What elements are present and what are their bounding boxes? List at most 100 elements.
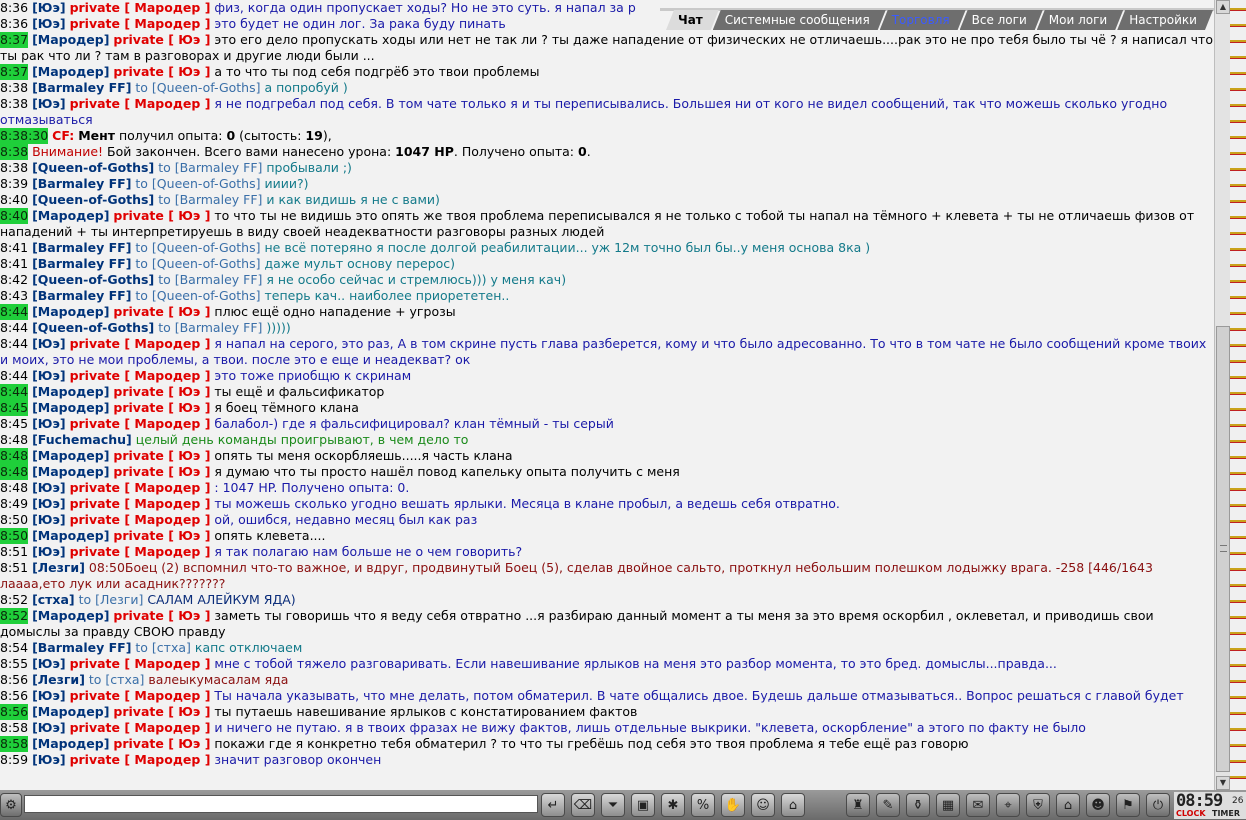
- tab-5[interactable]: Настройки: [1117, 10, 1213, 30]
- private-tag[interactable]: private [ Мародер ]: [70, 688, 211, 703]
- message-recipient[interactable]: to [Barmaley FF]: [158, 192, 262, 207]
- message-nick[interactable]: [Barmaley FF]: [32, 80, 131, 95]
- message-recipient[interactable]: to [Queen-of-Goths]: [135, 288, 260, 303]
- message-time[interactable]: 8:43: [0, 288, 28, 304]
- chest-icon[interactable]: ▦: [936, 793, 960, 817]
- message-time[interactable]: 8:41: [0, 256, 28, 272]
- private-tag[interactable]: private [ Мародер ]: [70, 496, 211, 511]
- eraser-icon[interactable]: ⌫: [571, 793, 595, 817]
- message-recipient[interactable]: to [Barmaley FF]: [158, 320, 262, 335]
- message-recipient[interactable]: to [Queen-of-Goths]: [135, 80, 260, 95]
- private-tag[interactable]: private [ Юэ ]: [113, 704, 210, 719]
- message-time[interactable]: 8:56: [0, 704, 29, 720]
- private-tag[interactable]: private [ Мародер ]: [70, 0, 211, 15]
- private-tag[interactable]: private [ Мародер ]: [70, 480, 211, 495]
- message-nick[interactable]: [Мародер]: [32, 608, 109, 623]
- message-nick[interactable]: [Юэ]: [32, 416, 66, 431]
- message-time[interactable]: 8:51: [0, 544, 28, 560]
- message-time[interactable]: 8:48: [0, 480, 28, 496]
- message-nick[interactable]: [Queen-of-Goths]: [32, 320, 154, 335]
- message-time[interactable]: 8:48: [0, 432, 28, 448]
- message-nick[interactable]: [Barmaley FF]: [32, 240, 131, 255]
- private-tag[interactable]: private [ Юэ ]: [113, 384, 210, 399]
- message-nick[interactable]: [Мародер]: [32, 384, 109, 399]
- message-nick[interactable]: [Мародер]: [32, 32, 109, 47]
- private-tag[interactable]: private [ Мародер ]: [70, 752, 211, 767]
- message-nick[interactable]: [Barmaley FF]: [32, 640, 131, 655]
- message-time[interactable]: 8:45: [0, 400, 29, 416]
- private-tag[interactable]: private [ Юэ ]: [113, 304, 210, 319]
- message-time[interactable]: 8:36: [0, 16, 28, 32]
- message-nick[interactable]: [Queen-of-Goths]: [32, 192, 154, 207]
- private-tag[interactable]: private [ Мародер ]: [70, 720, 211, 735]
- message-time[interactable]: 8:52: [0, 608, 29, 624]
- tab-4[interactable]: Мои логи: [1037, 10, 1123, 30]
- private-tag[interactable]: private [ Юэ ]: [113, 64, 210, 79]
- message-time[interactable]: 8:48: [0, 464, 29, 480]
- message-nick[interactable]: [Юэ]: [32, 0, 66, 15]
- message-time[interactable]: 8:36: [0, 0, 28, 16]
- message-time[interactable]: 8:50: [0, 512, 28, 528]
- bag-icon[interactable]: ♜: [846, 793, 870, 817]
- chat-menu-icon[interactable]: ⚙: [0, 793, 22, 817]
- hand-icon[interactable]: ✋: [721, 793, 745, 817]
- message-nick[interactable]: [Юэ]: [32, 16, 66, 31]
- private-tag[interactable]: private [ Мародер ]: [70, 416, 211, 431]
- private-tag[interactable]: private [ Мародер ]: [70, 16, 211, 31]
- message-nick[interactable]: [Юэ]: [32, 512, 66, 527]
- house-icon[interactable]: ⌂: [1056, 793, 1080, 817]
- scroll-icon[interactable]: ✉: [966, 793, 990, 817]
- wand-icon[interactable]: ✎: [876, 793, 900, 817]
- private-tag[interactable]: private [ Мародер ]: [70, 656, 211, 671]
- chat-lock-icon[interactable]: ⌂: [781, 793, 805, 817]
- message-recipient[interactable]: to [Лезги]: [79, 592, 144, 607]
- message-nick[interactable]: [Юэ]: [32, 480, 66, 495]
- message-nick[interactable]: [Юэ]: [32, 720, 66, 735]
- message-time[interactable]: 8:52: [0, 592, 28, 608]
- message-time[interactable]: 8:58: [0, 736, 29, 752]
- tab-2[interactable]: Торговля: [880, 10, 966, 30]
- message-nick[interactable]: [Лезги]: [32, 560, 85, 575]
- tab-0[interactable]: Чат: [666, 10, 719, 30]
- scroll-thumb[interactable]: [1216, 326, 1230, 772]
- private-tag[interactable]: private [ Юэ ]: [113, 32, 210, 47]
- message-nick[interactable]: [Мародер]: [32, 400, 109, 415]
- potion-icon[interactable]: ⚱: [906, 793, 930, 817]
- message-time[interactable]: 8:38: [0, 80, 28, 96]
- private-tag[interactable]: private [ Мародер ]: [70, 336, 211, 351]
- message-nick[interactable]: [стха]: [32, 592, 75, 607]
- scroll-up-arrow-icon[interactable]: ▲: [1216, 0, 1230, 14]
- message-time[interactable]: 8:44: [0, 304, 29, 320]
- message-recipient[interactable]: to [Queen-of-Goths]: [135, 256, 260, 271]
- message-time[interactable]: 8:50: [0, 528, 29, 544]
- message-nick[interactable]: [Юэ]: [32, 496, 66, 511]
- message-nick[interactable]: [Мародер]: [32, 704, 109, 719]
- private-tag[interactable]: private [ Юэ ]: [113, 208, 210, 223]
- message-time[interactable]: 8:40: [0, 208, 29, 224]
- message-time[interactable]: 8:41: [0, 240, 28, 256]
- message-nick[interactable]: [Юэ]: [32, 544, 66, 559]
- message-time[interactable]: 8:42: [0, 272, 28, 288]
- shield-icon[interactable]: ⛨: [1026, 793, 1050, 817]
- message-time[interactable]: 8:38: [0, 160, 28, 176]
- message-nick[interactable]: [Мародер]: [32, 736, 109, 751]
- private-tag[interactable]: private [ Юэ ]: [113, 528, 210, 543]
- message-nick[interactable]: [Мародер]: [32, 64, 109, 79]
- message-time[interactable]: 8:56: [0, 688, 28, 704]
- message-time[interactable]: 8:56: [0, 672, 28, 688]
- message-time[interactable]: 8:39: [0, 176, 28, 192]
- message-nick[interactable]: [Юэ]: [32, 368, 66, 383]
- private-tag[interactable]: private [ Юэ ]: [113, 608, 210, 623]
- message-time[interactable]: 8:54: [0, 640, 28, 656]
- message-time[interactable]: 8:49: [0, 496, 28, 512]
- friends-icon[interactable]: ☻: [1086, 793, 1110, 817]
- message-nick[interactable]: [Barmaley FF]: [32, 256, 131, 271]
- exit-icon[interactable]: ⏻: [1146, 793, 1170, 817]
- chat-input[interactable]: [24, 795, 538, 813]
- message-time[interactable]: 8:58: [0, 720, 28, 736]
- clock-label[interactable]: CLOCK: [1176, 809, 1206, 818]
- message-time[interactable]: 8:44: [0, 320, 28, 336]
- message-time[interactable]: 8:48: [0, 448, 29, 464]
- private-tag[interactable]: private [ Мародер ]: [70, 368, 211, 383]
- log-icon[interactable]: ▣: [631, 793, 655, 817]
